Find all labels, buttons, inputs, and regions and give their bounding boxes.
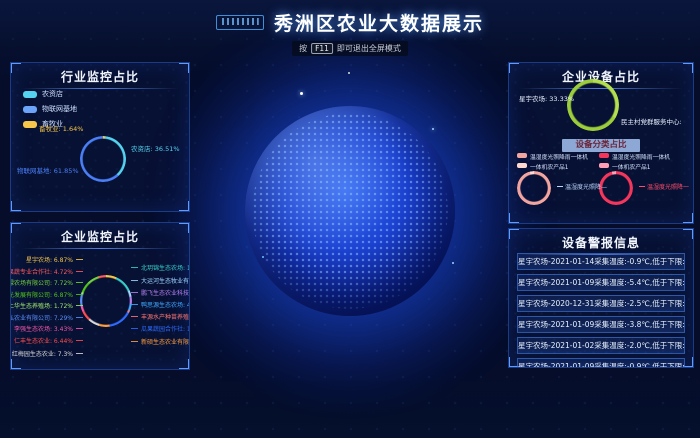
industry-slice-label: 畜牧业: 1.64% <box>39 123 83 133</box>
legend-item[interactable]: 一体机农产品1 <box>517 163 588 173</box>
enterprise-slice-label: 大运河生态牧业有限责任公 <box>131 276 190 285</box>
enterprise-donut-chart[interactable] <box>80 275 132 327</box>
star-dot <box>300 92 303 95</box>
industry-donut-chart[interactable] <box>80 136 126 182</box>
enterprise-slice-label: 红梅园生态农业: 7.3% <box>12 349 83 358</box>
corner-accent <box>10 201 21 212</box>
panel-title-industry: 行业监控占比 <box>11 63 189 88</box>
enterprise-slice-label: 仁丰生态农业: 6.44% <box>14 336 83 345</box>
legend-swatch <box>599 163 609 168</box>
legend-item[interactable]: 一体机农产品1 <box>599 163 670 173</box>
header-logo-badge <box>216 15 264 30</box>
enterprise-slice-label: 鹏飞生态农业科技有限公 <box>131 288 190 297</box>
star-dot <box>348 72 350 74</box>
panel-device-alarms: 设备警报信息 星宇农场-2021-01-14采集温度:-0.9℃,低于下限:0℃… <box>508 228 694 368</box>
category-left-legend: 温湿度光照降雨一体机 一体机农产品1 <box>517 153 588 172</box>
corner-accent <box>10 359 21 370</box>
legend-label: 一体机农产品1 <box>530 165 568 171</box>
enterprise-slice-label: 红超果蔬专业合作社: 4.72% <box>10 267 83 276</box>
category-right-pointer-label: 温湿度光照降一 <box>639 182 689 191</box>
device-donut-chart[interactable] <box>567 79 619 131</box>
star-dot <box>452 262 454 264</box>
enterprise-slice-label: 中弘农业有限公司: 7.29% <box>10 313 83 322</box>
corner-accent <box>683 213 694 224</box>
alarm-row: 星宇农场-2021-01-14采集温度:-0.9℃,低于下限:0℃ <box>517 253 685 270</box>
header-bar: 秀洲区农业大数据展示 <box>0 0 700 44</box>
enterprise-slice-label: 丰源水产种苗养殖场: 1. <box>131 312 190 321</box>
device-slice-label: 民主村党群服务中心: <box>621 116 682 126</box>
legend-item[interactable]: 温湿度光照降雨一体机 <box>517 153 588 163</box>
enterprise-slice-label: 鸭思源生态农场: 4.29 <box>131 300 190 309</box>
globe-visualization <box>245 106 455 316</box>
category-left-donut-chart[interactable] <box>517 171 551 205</box>
enterprise-slice-label: 北玥锦生态农场: 11.36% <box>131 263 190 272</box>
enterprise-slice-label: 阳光发展有限公司: 6.87% <box>10 290 83 299</box>
panel-industry-ratio: 行业监控占比 农资店 物联网基地 畜牧业 畜牧业: 1.64% 农资店: 36.… <box>10 62 190 212</box>
device-slice-label: 星宇农场: 33.33% <box>519 93 574 103</box>
enterprise-slice-label: 上华生态养殖场: 1.72% <box>10 301 83 310</box>
legend-label: 温湿度光照降雨一体机 <box>530 155 588 161</box>
legend-label: 温湿度光照降雨一体机 <box>612 155 670 161</box>
legend-item[interactable]: 温湿度光照降雨一体机 <box>599 153 670 163</box>
alarm-row: 星宇农场-2021-01-09采集温度:-3.8℃,低于下限:0℃ <box>517 316 685 333</box>
legend-label: 一体机农产品1 <box>612 165 650 171</box>
corner-accent <box>179 359 190 370</box>
alarm-row: 星宇农场-2020-12-31采集温度:-2.5℃,低于下限:0℃ <box>517 295 685 312</box>
hint-suffix: 即可退出全屏模式 <box>337 43 401 54</box>
panel-device-ratio: 企业设备占比 星宇农场: 33.33% 民主村党群服务中心: 设备分类占比 温湿… <box>508 62 694 224</box>
industry-slice-label: 物联网基地: 61.85% <box>17 165 79 175</box>
industry-slice-label: 农资店: 36.51% <box>131 143 180 153</box>
f11-key-badge: F11 <box>311 43 333 54</box>
panel-title-enterprise: 企业监控占比 <box>11 223 189 248</box>
legend-swatch <box>23 106 37 113</box>
dashboard: 秀洲区农业大数据展示 按 F11 即可退出全屏模式 行业监控占比 农资店 物联网… <box>0 0 700 438</box>
enterprise-slice-label: 家绿农场有限公司: 7.72% <box>10 278 83 287</box>
category-left-pointer-label: 温湿度光照降— <box>557 182 607 191</box>
corner-accent <box>508 213 519 224</box>
enterprise-slice-label: 星宇农场: 6.87% <box>26 255 83 264</box>
legend-swatch <box>23 121 37 128</box>
legend-label: 农资店 <box>42 89 63 99</box>
enterprise-slice-label: 新硕生态农业有限公司: 6.87 <box>131 337 190 346</box>
page-title: 秀洲区农业大数据展示 <box>274 9 484 36</box>
legend-swatch <box>517 163 527 168</box>
legend-swatch <box>23 91 37 98</box>
alarm-row: 星宇农场-2021-01-09采集温度:-0.9℃,低于下限:0℃ <box>517 358 685 368</box>
alarm-row: 星宇农场-2021-01-02采集温度:-2.0℃,低于下限:0℃ <box>517 337 685 354</box>
hint-prefix: 按 <box>299 43 307 54</box>
title-divider <box>21 248 179 249</box>
legend-label: 物联网基地 <box>42 104 77 114</box>
category-subtitle-bar: 设备分类占比 <box>562 139 640 152</box>
alarm-row: 星宇农场-2021-01-09采集温度:-5.4℃,低于下限:0℃ <box>517 274 685 291</box>
panel-title-alarms: 设备警报信息 <box>509 229 693 254</box>
enterprise-slice-label: 李强生态农场: 3.43% <box>14 324 83 333</box>
panel-enterprise-ratio: 企业监控占比 星宇农场: 6.87% 红超果蔬专业合作社: 4.72% 家绿农场… <box>10 222 190 370</box>
enterprise-slice-label: 瓜果蔬园合作社: 15.02% <box>131 324 190 333</box>
category-right-legend: 温湿度光照降雨一体机 一体机农产品1 <box>599 153 670 172</box>
corner-accent <box>179 201 190 212</box>
fullscreen-hint: 按 F11 即可退出全屏模式 <box>292 41 408 56</box>
legend-item-nongzidian[interactable]: 农资店 <box>23 89 77 99</box>
star-dot <box>432 128 434 130</box>
legend-item-wulianwang[interactable]: 物联网基地 <box>23 104 77 114</box>
legend-swatch <box>599 153 609 158</box>
legend-swatch <box>517 153 527 158</box>
alarm-list: 星宇农场-2021-01-14采集温度:-0.9℃,低于下限:0℃ 星宇农场-2… <box>517 253 685 368</box>
